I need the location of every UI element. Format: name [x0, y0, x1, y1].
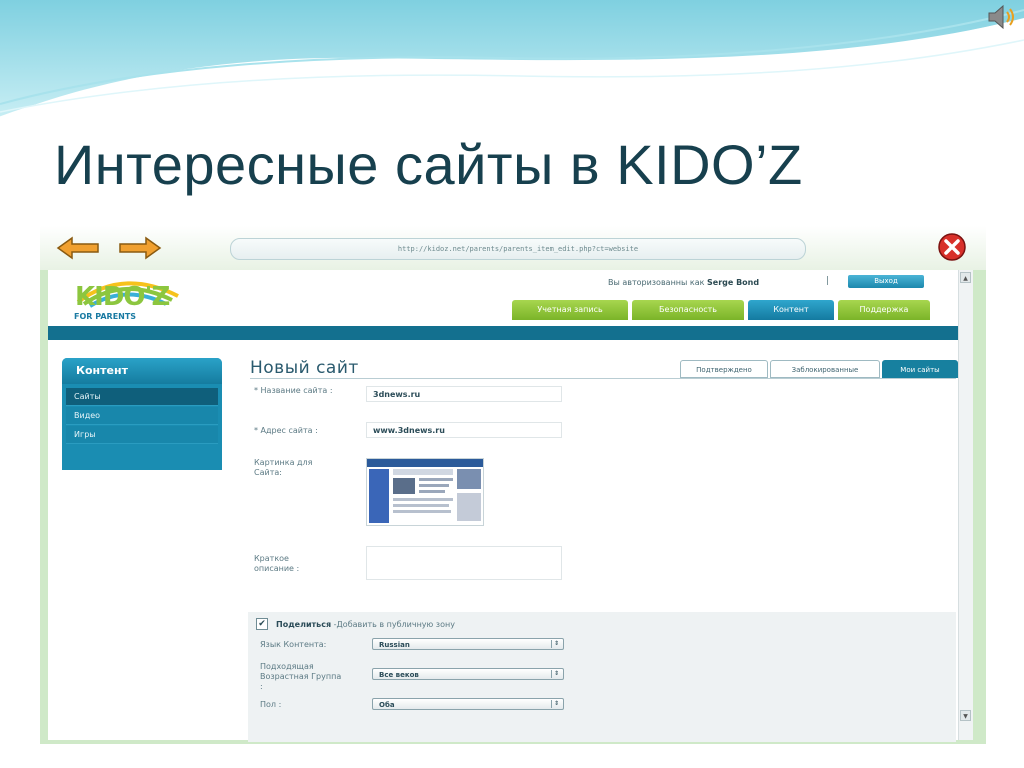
- site-name-label: * Название сайта :: [254, 386, 333, 395]
- share-hint: -Добавить в публичную зону: [333, 620, 455, 629]
- back-arrow-icon[interactable]: [54, 236, 104, 260]
- site-address-field[interactable]: www.3dnews.ru: [366, 422, 562, 438]
- description-field[interactable]: [366, 546, 562, 580]
- gender-value: Оба: [379, 701, 395, 709]
- description-label: Краткое описание :: [254, 554, 300, 573]
- auth-status: Вы авторизованны как Serge Bond: [608, 278, 759, 287]
- scroll-up-icon[interactable]: ▲: [960, 272, 971, 283]
- age-group-label: Подходящая Возрастная Группа :: [260, 662, 342, 691]
- auth-prefix: Вы авторизованны как: [608, 278, 705, 287]
- age-group-select[interactable]: Все веков ⇕: [372, 668, 564, 680]
- tab-my-sites[interactable]: Мои сайты: [882, 360, 958, 378]
- slide-title: Интересные сайты в KIDO’Z: [54, 133, 803, 196]
- content-sidebar: Контент Сайты Видео Игры: [62, 358, 222, 470]
- nav-tab-account[interactable]: Учетная запись: [512, 300, 628, 320]
- slide-wave-decoration: [0, 0, 1024, 120]
- kidoz-screenshot: http://kidoz.net/parents/parents_item_ed…: [40, 226, 986, 744]
- close-icon[interactable]: [936, 232, 968, 262]
- tab-blocked[interactable]: Заблокированные: [770, 360, 880, 378]
- select-arrows-icon: ⇕: [551, 640, 561, 648]
- picture-label: Картинка для Сайта:: [254, 458, 313, 477]
- speaker-icon[interactable]: [986, 2, 1020, 32]
- logo-subtitle: FOR PARENTS: [74, 312, 137, 321]
- age-group-value: Все веков: [379, 671, 419, 679]
- sidebar-item-sites[interactable]: Сайты: [66, 388, 218, 406]
- tab-approved[interactable]: Подтверждено: [680, 360, 768, 378]
- share-section: ✔ Поделиться -Добавить в публичную зону …: [248, 612, 956, 742]
- gender-select[interactable]: Оба ⇕: [372, 698, 564, 710]
- url-bar[interactable]: http://kidoz.net/parents/parents_item_ed…: [230, 238, 806, 260]
- browser-toolbar: http://kidoz.net/parents/parents_item_ed…: [40, 226, 986, 270]
- share-row: Поделиться -Добавить в публичную зону: [276, 620, 455, 630]
- logo-text: KIDO'Z: [75, 282, 170, 312]
- share-checkbox[interactable]: ✔: [256, 618, 268, 630]
- vertical-scrollbar[interactable]: ▲ ▼: [958, 270, 973, 740]
- nav-tab-content[interactable]: Контент: [748, 300, 834, 320]
- select-arrows-icon: ⇕: [551, 670, 561, 678]
- select-arrows-icon: ⇕: [551, 700, 561, 708]
- sidebar-heading: Контент: [62, 358, 222, 384]
- language-select[interactable]: Russian ⇕: [372, 638, 564, 650]
- language-label: Язык Контента:: [260, 640, 327, 649]
- sidebar-item-video[interactable]: Видео: [66, 407, 218, 425]
- auth-user: Serge Bond: [707, 278, 760, 287]
- gender-label: Пол :: [260, 700, 282, 709]
- sidebar-item-games[interactable]: Игры: [66, 426, 218, 444]
- site-thumbnail-image[interactable]: [366, 458, 484, 526]
- site-header: KIDO'Z FOR PARENTS Вы авторизованны как …: [48, 270, 958, 328]
- scroll-down-icon[interactable]: ▼: [960, 710, 971, 721]
- browser-content-frame: KIDO'Z FOR PARENTS Вы авторизованны как …: [48, 270, 973, 742]
- site-name-field[interactable]: 3dnews.ru: [366, 386, 562, 402]
- header-divider-bar: [48, 326, 958, 340]
- logout-button[interactable]: Выход: [848, 275, 924, 288]
- language-value: Russian: [379, 641, 410, 649]
- site-address-label: * Адрес сайта :: [254, 426, 318, 435]
- nav-tab-security[interactable]: Безопасность: [632, 300, 744, 320]
- share-label: Поделиться: [276, 620, 332, 629]
- header-separator: |: [826, 276, 830, 286]
- forward-arrow-icon[interactable]: [114, 236, 164, 260]
- page-title: Новый сайт: [250, 358, 359, 378]
- nav-tab-support[interactable]: Поддержка: [838, 300, 930, 320]
- main-content: Контент Сайты Видео Игры Новый сайт Подт…: [48, 340, 958, 742]
